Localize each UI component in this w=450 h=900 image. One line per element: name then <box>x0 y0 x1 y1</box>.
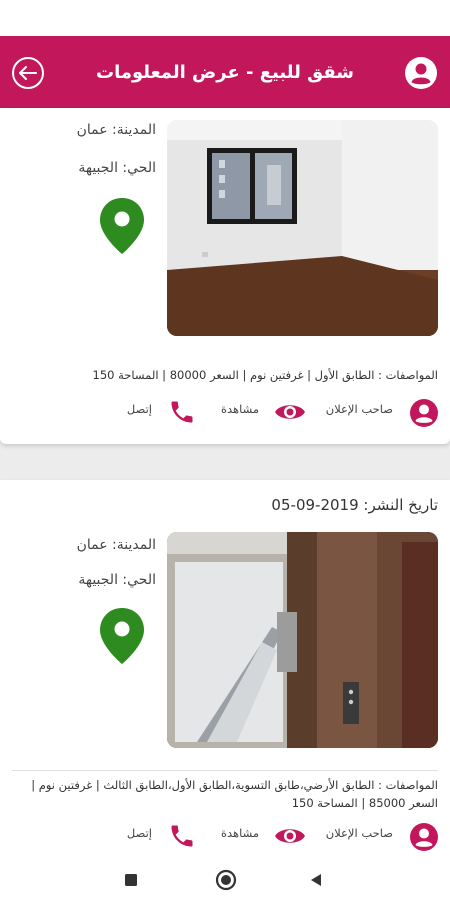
city-label: المدينة: عمان <box>76 537 156 553</box>
listing-card[interactable]: تاريخ النشر: 2019-09-05 المدينة: عمان ال… <box>0 480 450 860</box>
location-pin-icon[interactable] <box>97 196 147 256</box>
district-label: الحي: الجبيهة <box>78 160 156 176</box>
account-circle-icon[interactable] <box>409 822 439 852</box>
listing-specs: المواصفات : الطابق الأول | غرفتين نوم | … <box>92 368 438 382</box>
listing-actions: صاحب الإعلان مشاهدة إتصل <box>0 818 450 858</box>
account-circle-icon[interactable] <box>404 56 438 90</box>
owner-label[interactable]: صاحب الإعلان <box>326 826 393 840</box>
phone-icon[interactable] <box>168 398 196 426</box>
call-label[interactable]: إتصل <box>127 402 152 416</box>
eye-icon[interactable] <box>274 401 306 423</box>
divider <box>12 770 438 771</box>
listing-photo[interactable] <box>167 532 438 748</box>
back-triangle-icon[interactable] <box>309 873 323 887</box>
owner-label[interactable]: صاحب الإعلان <box>326 402 393 416</box>
app-bar: شقق للبيع - عرض المعلومات <box>0 36 450 108</box>
status-bar <box>0 0 450 36</box>
listing-specs: المواصفات : الطابق الأرضي،طابق التسوية،ا… <box>31 778 438 810</box>
district-label: الحي: الجبيهة <box>78 572 156 588</box>
back-arrow-icon[interactable] <box>10 55 46 91</box>
phone-icon[interactable] <box>168 822 196 850</box>
view-label[interactable]: مشاهدة <box>221 826 259 840</box>
publish-date: تاريخ النشر: 2019-09-05 <box>271 496 438 514</box>
listing-actions: صاحب الإعلان مشاهدة إتصل <box>0 394 450 434</box>
call-label[interactable]: إتصل <box>127 826 152 840</box>
city-label: المدينة: عمان <box>76 122 156 138</box>
location-pin-icon[interactable] <box>97 606 147 666</box>
listing-photo[interactable] <box>167 120 438 336</box>
system-nav-bar <box>0 860 450 900</box>
eye-icon[interactable] <box>274 825 306 847</box>
recents-icon[interactable] <box>124 873 138 887</box>
view-label[interactable]: مشاهدة <box>221 402 259 416</box>
home-icon[interactable] <box>215 869 237 891</box>
listing-card[interactable]: المدينة: عمان الحي: الجبيهة المواصفات : … <box>0 108 450 444</box>
account-circle-icon[interactable] <box>409 398 439 428</box>
page-title: شقق للبيع - عرض المعلومات <box>96 61 355 83</box>
